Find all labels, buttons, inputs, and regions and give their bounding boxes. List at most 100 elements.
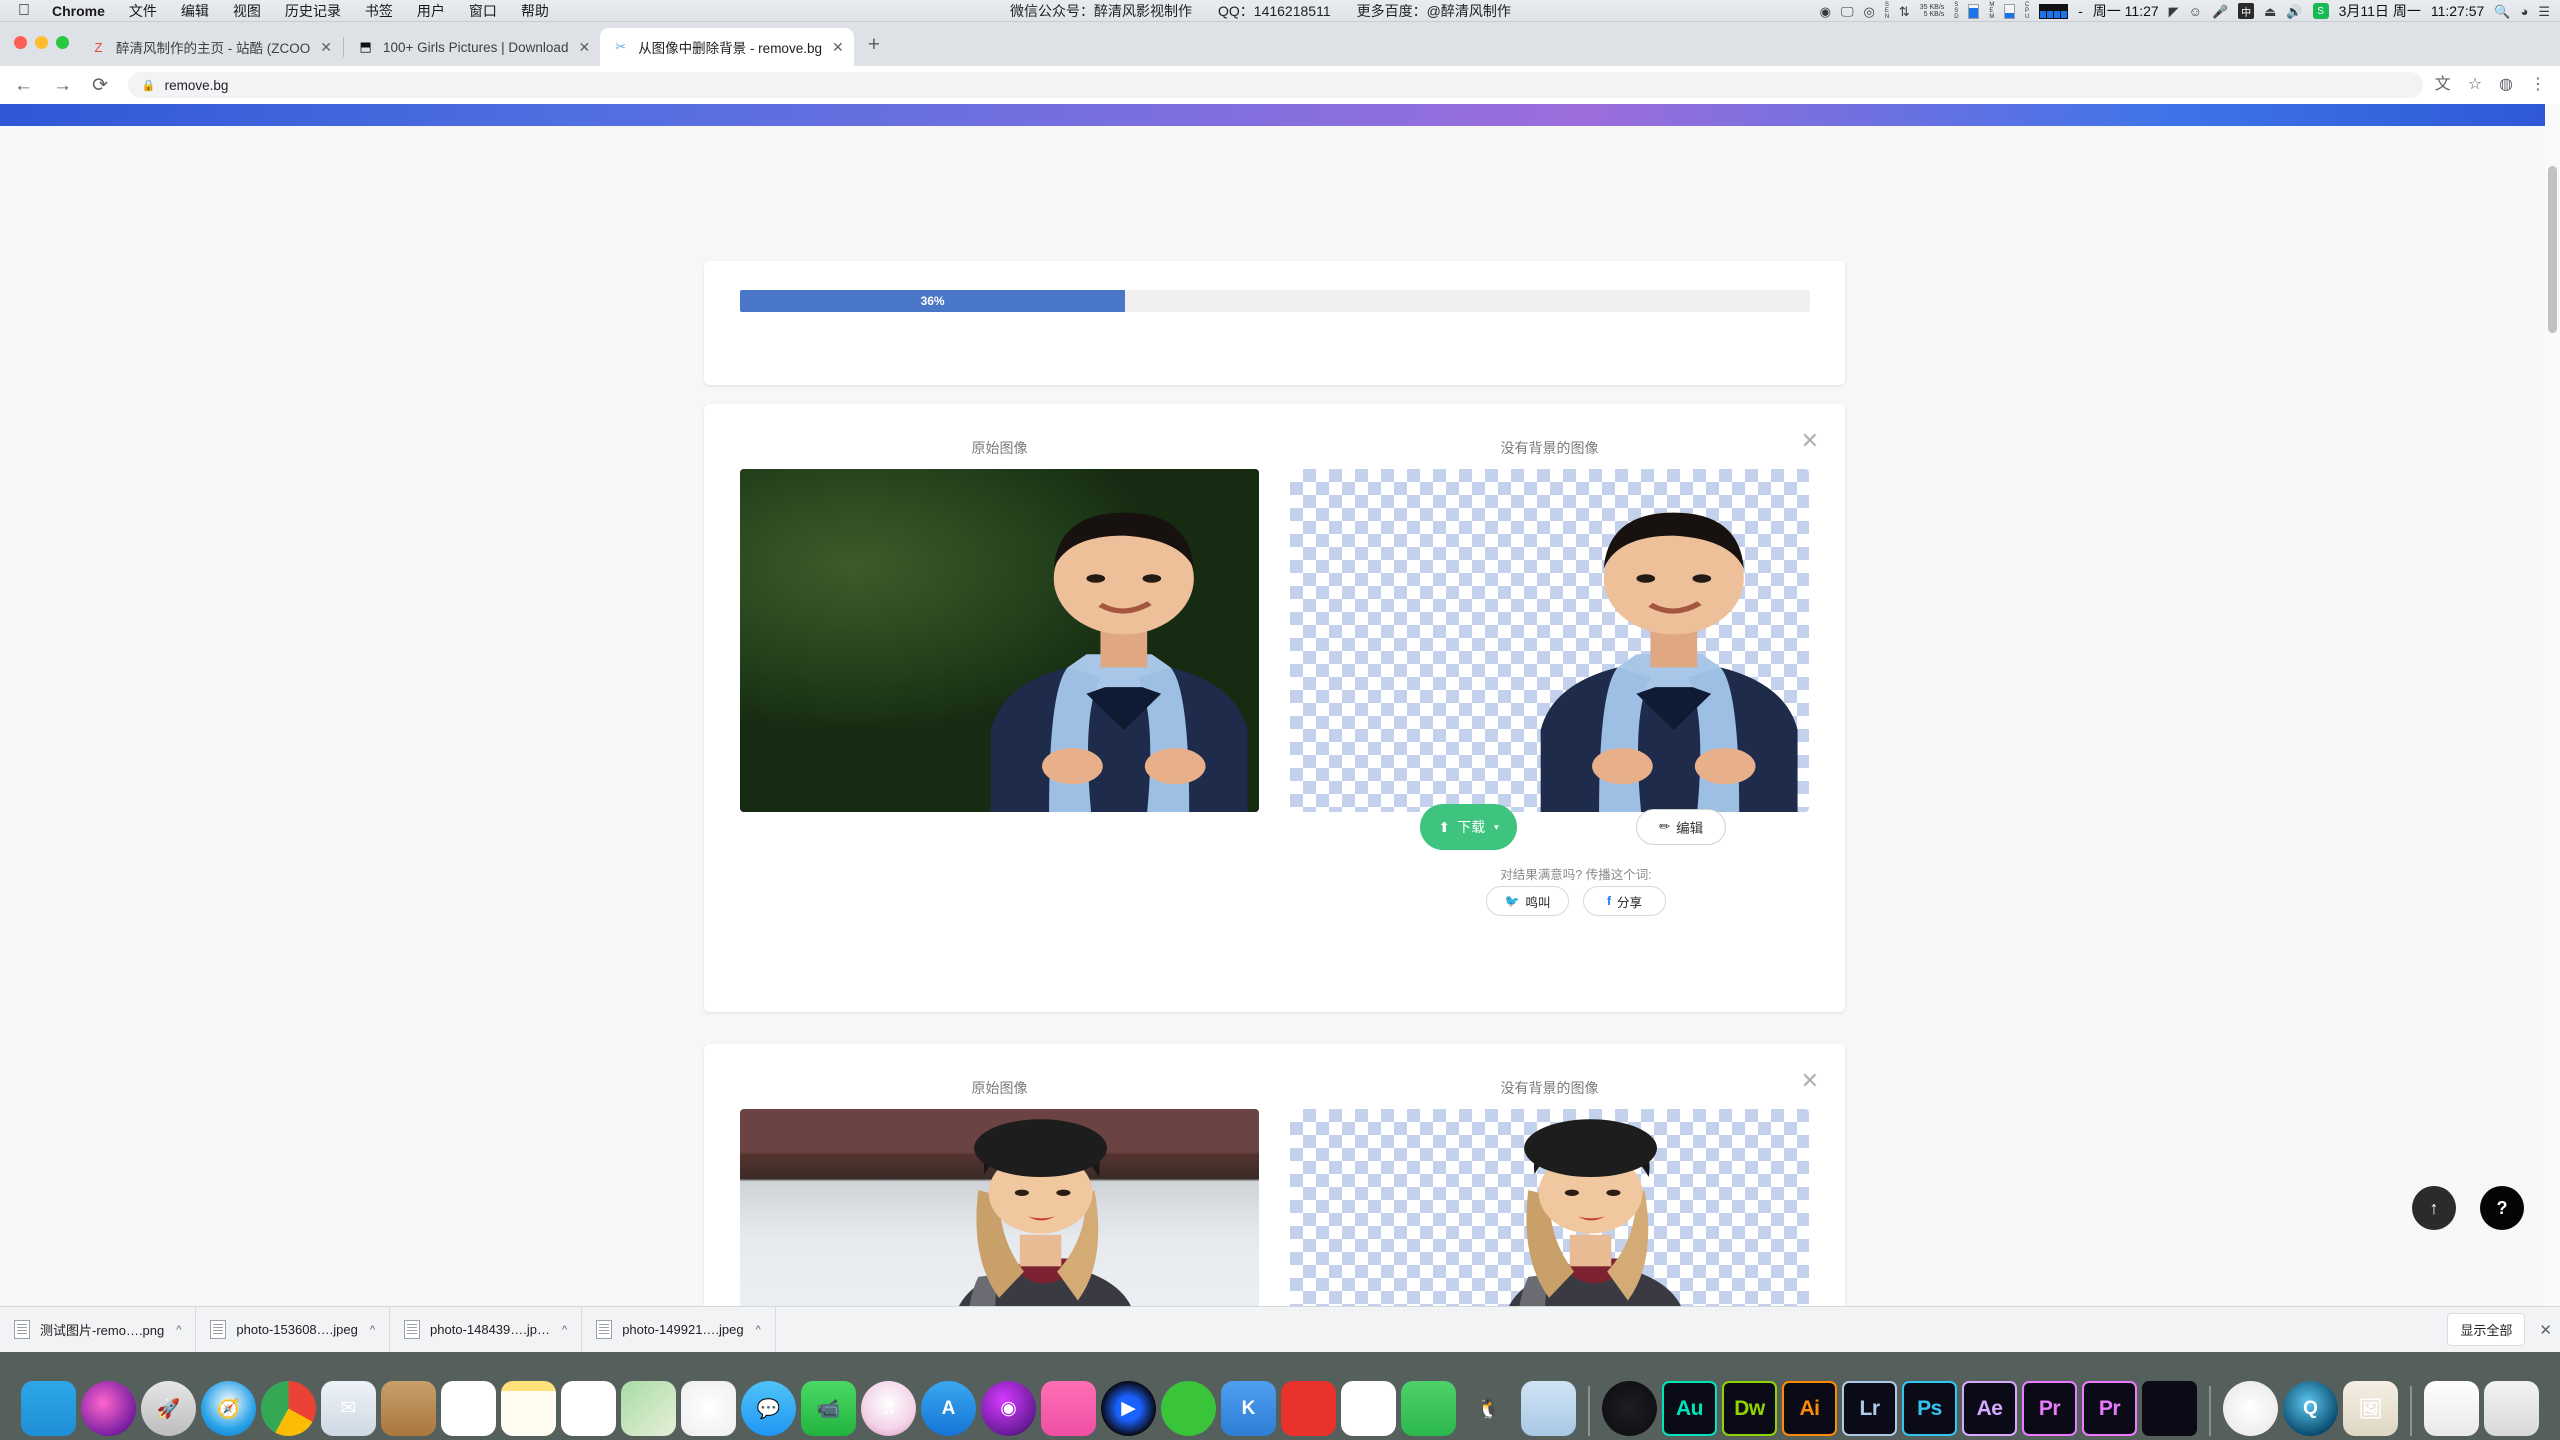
download-item-0[interactable]: 测试图片-remo….png ^	[0, 1306, 197, 1353]
safari-icon[interactable]: 🧭	[201, 1381, 256, 1436]
chevron-up-icon[interactable]: ^	[562, 1324, 567, 1336]
facebook-share-button[interactable]: f 分享	[1583, 886, 1666, 916]
baidu-netdisk-icon[interactable]	[1341, 1381, 1396, 1436]
appstore-icon[interactable]: A	[921, 1381, 976, 1436]
adobe-dreamweaver-icon[interactable]: Dw	[1722, 1381, 1777, 1436]
display-icon[interactable]: 🖵	[1841, 5, 1854, 18]
launchpad-icon[interactable]: 🚀	[141, 1381, 196, 1436]
show-all-downloads-button[interactable]: 显示全部	[2447, 1313, 2526, 1346]
menu-item-7[interactable]: 窗口	[469, 1, 497, 21]
menu-item-0[interactable]: Chrome	[52, 3, 105, 19]
adobe-premiere-rush-icon[interactable]: Pr	[2082, 1381, 2137, 1436]
adobe-premiere-icon[interactable]: Pr	[2022, 1381, 2077, 1436]
mail-icon[interactable]: ✉	[321, 1381, 376, 1436]
calendar-icon[interactable]: 11	[441, 1381, 496, 1436]
edit-button[interactable]: ✏ 编辑	[1636, 809, 1726, 845]
scroll-to-top-button[interactable]: ↑	[2412, 1186, 2456, 1230]
airplay-display-icon[interactable]	[1041, 1381, 1096, 1436]
browser-tab-0[interactable]: Z 醉清风制作的主页 - 站酷 (ZCOO ✕	[78, 28, 342, 66]
download-item-1[interactable]: photo-153608….jpeg ^	[196, 1306, 391, 1353]
window-controls[interactable]	[14, 36, 69, 49]
close-window-button[interactable]	[14, 36, 27, 49]
reminders-icon[interactable]	[561, 1381, 616, 1436]
download-button[interactable]: ⬆ 下载 ▾	[1420, 804, 1517, 850]
menu-item-8[interactable]: 帮助	[521, 1, 549, 21]
siri-icon[interactable]: ◕	[2520, 5, 2528, 18]
adobe-illustrator-icon[interactable]: Ai	[1782, 1381, 1837, 1436]
apple-logo-icon[interactable]: 	[18, 2, 30, 19]
menu-item-5[interactable]: 书签	[365, 1, 393, 21]
chrome-icon[interactable]	[261, 1381, 316, 1436]
evernote-icon[interactable]	[1161, 1381, 1216, 1436]
menu-item-2[interactable]: 编辑	[181, 1, 209, 21]
maps-icon[interactable]	[621, 1381, 676, 1436]
back-icon[interactable]: ←	[14, 76, 33, 95]
browser-menu-icon[interactable]: ⋮	[2530, 77, 2546, 93]
chevron-up-icon[interactable]: ^	[370, 1324, 375, 1336]
facetime-icon[interactable]: 📹	[801, 1381, 856, 1436]
profile-icon[interactable]: ◍	[2499, 77, 2513, 93]
help-button[interactable]: ?	[2480, 1186, 2524, 1230]
qq-icon[interactable]: 🐧	[1461, 1381, 1516, 1436]
microphone-icon[interactable]: 🎤	[2212, 5, 2228, 18]
spotlight-search-icon[interactable]: 🔍	[2494, 5, 2510, 18]
creative-cloud-icon[interactable]: ◎	[1863, 5, 1874, 18]
airplay-icon[interactable]: ◤	[2169, 5, 2179, 18]
notification-center-icon[interactable]: ☰	[2538, 5, 2550, 18]
adobe-audition-icon[interactable]: Au	[1662, 1381, 1717, 1436]
tweet-button[interactable]: 🐦 鸣叫	[1486, 886, 1569, 916]
podcasts-icon[interactable]: ◉	[981, 1381, 1036, 1436]
page-scrollbar[interactable]	[2545, 104, 2560, 1352]
address-bar[interactable]: 🔒 remove.bg	[127, 72, 2423, 98]
close-tab-icon[interactable]: ✕	[320, 40, 332, 54]
downloads-stack-icon[interactable]	[2424, 1381, 2479, 1436]
contacts-icon[interactable]	[381, 1381, 436, 1436]
chevron-up-icon[interactable]: ^	[176, 1324, 181, 1336]
quicktime-icon[interactable]: Q	[2283, 1381, 2338, 1436]
close-tab-icon[interactable]: ✕	[832, 40, 844, 54]
chevron-down-icon[interactable]: ▾	[1494, 822, 1499, 833]
download-item-2[interactable]: photo-148439….jp… ^	[390, 1306, 583, 1353]
browser-tab-2[interactable]: ✂ 从图像中删除背景 - remove.bg ✕	[600, 28, 854, 66]
adobe-photoshop-icon[interactable]: Ps	[1902, 1381, 1957, 1436]
reload-icon[interactable]: ⟳	[92, 76, 108, 95]
keynote-icon[interactable]	[1521, 1381, 1576, 1436]
maximize-window-button[interactable]	[56, 36, 69, 49]
preview-icon[interactable]: 🖼	[2343, 1381, 2398, 1436]
adobe-gradient-icon[interactable]	[2142, 1381, 2197, 1436]
download-item-3[interactable]: photo-149921….jpeg ^	[582, 1306, 776, 1353]
davinci-resolve-icon[interactable]	[1602, 1381, 1657, 1436]
volume-icon[interactable]: 🔊	[2286, 5, 2302, 18]
bookmark-star-icon[interactable]: ☆	[2468, 77, 2482, 93]
adobe-lightroom-icon[interactable]: Lr	[1842, 1381, 1897, 1436]
messages-icon[interactable]: 💬	[741, 1381, 796, 1436]
menu-item-4[interactable]: 历史记录	[285, 1, 341, 21]
notes-icon[interactable]	[501, 1381, 556, 1436]
wps-icon[interactable]: K	[1221, 1381, 1276, 1436]
menu-item-3[interactable]: 视图	[233, 1, 261, 21]
browser-tab-1[interactable]: ⬒ 100+ Girls Pictures | Download ✕	[345, 28, 600, 66]
netease-music-icon[interactable]	[1281, 1381, 1336, 1436]
emoji-face-icon[interactable]: ☺	[2189, 5, 2202, 18]
wechat-icon[interactable]	[1401, 1381, 1456, 1436]
forward-icon[interactable]: →	[53, 76, 72, 95]
scrollbar-thumb[interactable]	[2548, 166, 2557, 333]
photos-icon[interactable]: ❀	[681, 1381, 736, 1436]
menu-item-6[interactable]: 用户	[417, 1, 445, 21]
eject-icon[interactable]: ⏏	[2264, 5, 2276, 18]
record-icon[interactable]: ◉	[1820, 5, 1831, 18]
close-tab-icon[interactable]: ✕	[578, 40, 590, 54]
chevron-up-icon[interactable]: ^	[756, 1324, 761, 1336]
menu-item-1[interactable]: 文件	[129, 1, 157, 21]
adobe-aftereffects-icon[interactable]: Ae	[1962, 1381, 2017, 1436]
finder-icon[interactable]	[21, 1381, 76, 1436]
sogou-input-icon[interactable]: S	[2312, 3, 2329, 19]
input-method-icon[interactable]: 中	[2238, 3, 2255, 19]
translate-icon[interactable]: 文	[2435, 77, 2451, 93]
siri-icon[interactable]	[81, 1381, 136, 1436]
close-shelf-icon[interactable]: ✕	[2539, 1321, 2552, 1339]
itunes-icon[interactable]: ♫	[861, 1381, 916, 1436]
cleanmymac-icon[interactable]: ☘	[2223, 1381, 2278, 1436]
new-tab-button[interactable]: +	[868, 34, 880, 61]
minimize-window-button[interactable]	[35, 36, 48, 49]
